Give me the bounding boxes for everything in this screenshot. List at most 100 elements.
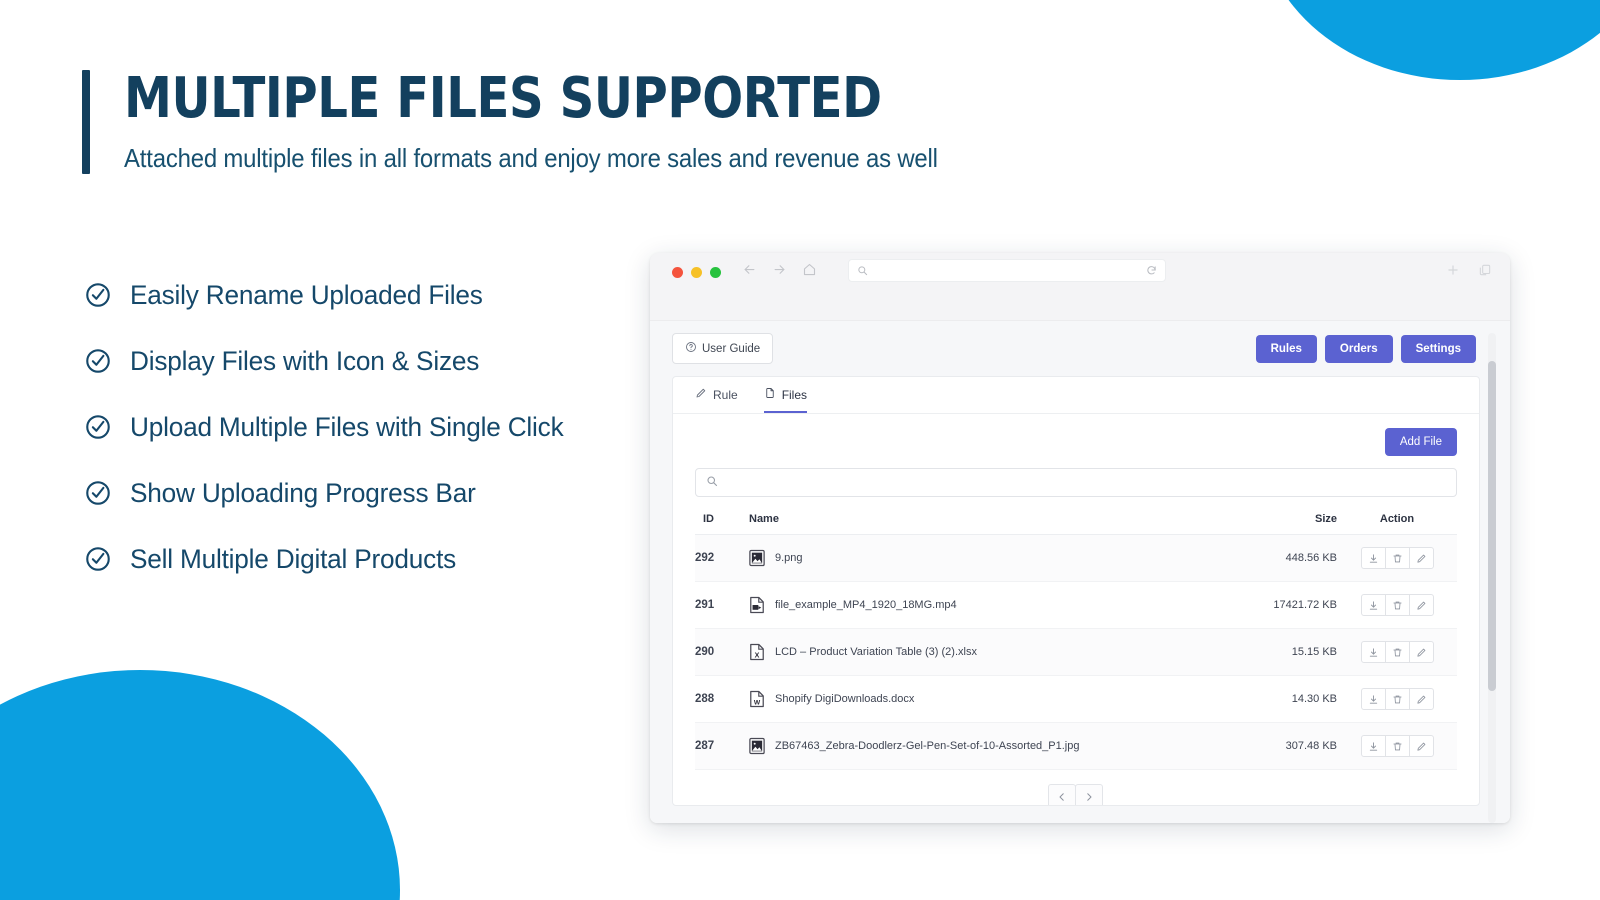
file-name: LCD – Product Variation Table (3) (2).xl… [775,646,977,658]
poster-canvas: MULTIPLE FILES SUPPORTED Attached multip… [0,0,1600,900]
list-item: Show Uploading Progress Bar [82,460,682,526]
video-file-icon [749,596,765,614]
file-actions [1337,722,1457,770]
feature-list: Easily Rename Uploaded Files Display Fil… [82,262,682,592]
reload-icon[interactable] [1146,265,1157,276]
list-item-label: Display Files with Icon & Sizes [130,345,480,376]
files-search[interactable] [695,468,1457,497]
home-icon[interactable] [802,262,817,277]
file-id: 288 [695,675,749,723]
files-panel: Add File ID Name Size Action 292 9.png 4… [673,414,1479,805]
file-name: 9.png [775,552,803,564]
pencil-icon[interactable] [1408,547,1434,569]
trash-icon[interactable] [1384,641,1410,663]
trash-icon[interactable] [1384,688,1410,710]
table-body: 292 9.png 448.56 KB 291 file_example_MP4… [695,534,1457,770]
arrow-right-icon[interactable] [772,262,787,277]
app-primary-actions: Rules Orders Settings [1255,334,1476,363]
app-page: User Guide Rules Orders Settings Rule Fi… [672,333,1480,823]
file-name-cell: W Shopify DigiDownloads.docx [749,675,1227,723]
chevron-right-icon[interactable] [1075,784,1103,805]
file-name-cell: 9.png [749,534,1227,582]
download-icon[interactable] [1360,547,1386,569]
add-file-row: Add File [695,428,1457,456]
check-circle-icon [82,477,114,509]
search-input[interactable] [726,476,1446,489]
address-bar[interactable] [848,259,1166,282]
file-size: 15.15 KB [1227,628,1337,676]
user-guide-button[interactable]: User Guide [672,333,774,364]
blue-circle-bottom-left [0,670,400,900]
arrow-left-icon[interactable] [742,262,757,277]
pencil-icon[interactable] [1408,735,1434,757]
file-actions [1337,628,1457,676]
file-size: 307.48 KB [1227,722,1337,770]
column-header-name: Name [749,513,1227,535]
pencil-icon[interactable] [1408,688,1434,710]
list-item: Display Files with Icon & Sizes [82,328,682,394]
minimize-window-button[interactable] [691,267,702,278]
question-circle-icon [685,341,697,356]
tab-bar: Rule Files [673,377,1479,414]
browser-chrome-actions [1446,263,1492,282]
file-id: 287 [695,722,749,770]
pagination [695,784,1457,805]
tab-rule-label: Rule [713,387,738,402]
settings-button[interactable]: Settings [1400,334,1476,363]
window-controls [672,267,721,278]
table-row: 290 X LCD – Product Variation Table (3) … [695,628,1457,676]
trash-icon[interactable] [1384,735,1410,757]
list-item: Easily Rename Uploaded Files [82,262,682,328]
list-item-label: Easily Rename Uploaded Files [130,279,483,310]
column-header-size: Size [1227,513,1337,535]
hero-heading-block: MULTIPLE FILES SUPPORTED Attached multip… [82,66,1009,175]
app-toolbar: User Guide Rules Orders Settings [672,333,1480,364]
tab-rule[interactable]: Rule [695,387,738,413]
rules-button[interactable]: Rules [1255,334,1317,363]
word-file-icon: W [749,690,765,708]
page-title: MULTIPLE FILES SUPPORTED [124,66,882,131]
file-id: 291 [695,581,749,629]
browser-viewport: User Guide Rules Orders Settings Rule Fi… [650,321,1510,823]
pencil-icon [695,387,707,402]
download-icon[interactable] [1360,641,1386,663]
files-card: Rule Files Add File ID Name Size Action … [672,376,1480,806]
trash-icon[interactable] [1384,594,1410,616]
page-scrollbar[interactable] [1488,333,1496,823]
trash-icon[interactable] [1384,547,1410,569]
orders-button[interactable]: Orders [1324,334,1393,363]
check-circle-icon [82,279,114,311]
close-window-button[interactable] [672,267,683,278]
file-id: 292 [695,534,749,582]
file-name: Shopify DigiDownloads.docx [775,693,915,705]
list-item-label: Show Uploading Progress Bar [130,477,476,508]
file-actions [1337,675,1457,723]
column-header-action: Action [1337,513,1457,535]
download-icon[interactable] [1360,735,1386,757]
image-file-icon [749,549,765,567]
scrollbar-thumb[interactable] [1488,361,1496,691]
pencil-icon[interactable] [1408,641,1434,663]
file-name-cell: file_example_MP4_1920_18MG.mp4 [749,581,1227,629]
file-name: file_example_MP4_1920_18MG.mp4 [775,599,957,611]
tab-files[interactable]: Files [763,387,808,413]
url-input[interactable] [874,265,1140,276]
pencil-icon[interactable] [1408,594,1434,616]
blue-circle-top-right [1260,0,1600,80]
chevron-left-icon[interactable] [1048,784,1076,805]
check-circle-icon [82,345,114,377]
plus-icon[interactable] [1446,263,1460,282]
file-id: 290 [695,628,749,676]
download-icon[interactable] [1360,688,1386,710]
browser-window: User Guide Rules Orders Settings Rule Fi… [650,253,1510,823]
check-circle-icon [82,411,114,443]
copy-icon[interactable] [1478,263,1492,282]
user-guide-label: User Guide [702,342,761,355]
maximize-window-button[interactable] [710,267,721,278]
accent-bar [82,70,90,175]
download-icon[interactable] [1360,594,1386,616]
add-file-button[interactable]: Add File [1384,428,1457,456]
search-icon [857,265,868,276]
check-circle-icon [82,543,114,575]
svg-text:X: X [755,651,760,659]
